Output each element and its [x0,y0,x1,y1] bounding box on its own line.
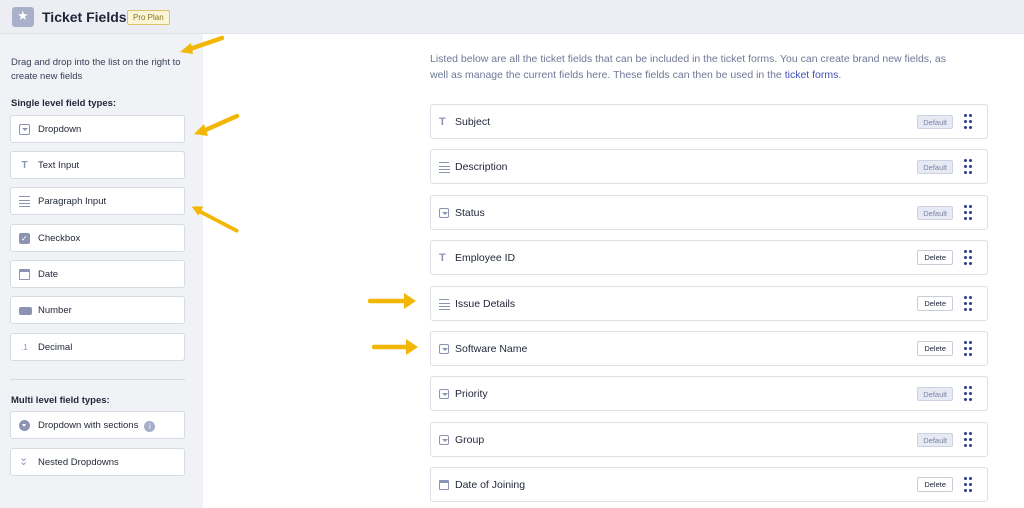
ticket-field-row[interactable]: Issue Details Delete [430,285,988,321]
drag-handle-icon[interactable] [964,295,972,312]
field-type-paragraph-input[interactable]: Paragraph Input [10,187,185,215]
field-type-label: Number [38,305,72,316]
field-type-label: Text Input [38,160,80,171]
ticket-field-row[interactable]: Description Default [430,149,988,185]
dropdown-icon [439,389,449,400]
field-type-text-input[interactable]: T Text Input [10,151,185,179]
field-type-date[interactable]: Date [10,260,185,288]
delete-button[interactable]: Delete [917,477,953,493]
field-type-label: Decimal [38,342,73,353]
field-name: Description [455,161,508,174]
annotation-arrow-icon [180,35,225,54]
drag-handle-icon[interactable] [964,114,972,130]
field-type-checkbox[interactable]: Checkbox [10,224,185,252]
field-name: Subject [455,116,491,128]
drag-help-text: Drag and drop into the list on the right… [11,57,181,82]
intro-text: Listed below are all the ticket fields t… [430,53,946,81]
delete-button[interactable]: Delete [917,250,953,266]
field-name: Issue Details [455,297,516,310]
default-badge: Default [917,160,953,175]
ticket-field-row[interactable]: Group Default [430,421,988,457]
field-type-label: Paragraph Input [38,196,107,207]
page-header: Ticket Fields Pro Plan [0,0,1024,34]
decimal-icon: .1 [21,343,28,352]
dropdown-icon [439,344,449,354]
info-icon[interactable]: i [144,421,156,432]
field-type-label: Checkbox [38,233,81,244]
ticket-fields-icon [12,7,34,27]
default-badge: Default [917,115,953,129]
page-title: Ticket Fields [42,9,127,25]
field-type-dropdown-with-sections[interactable]: Dropdown with sections i [10,411,185,439]
text-icon: T [21,160,28,171]
paragraph-icon [439,162,450,172]
default-badge: Default [917,205,953,220]
drag-handle-icon[interactable] [964,431,972,448]
field-name: Status [455,206,485,219]
field-name: Date of Joining [455,479,526,492]
dropdown-icon [439,207,449,218]
calendar-icon [19,269,30,280]
field-type-decimal[interactable]: .1 Decimal [10,333,185,361]
drag-handle-icon[interactable] [964,341,972,357]
text-icon: T [439,116,446,128]
field-name: Priority [455,388,488,401]
plan-badge: Pro Plan [127,10,170,25]
text-icon: T [439,252,446,265]
drag-handle-icon[interactable] [964,250,972,266]
field-type-dropdown[interactable]: Dropdown [10,115,185,143]
field-name: Group [455,433,485,446]
nested-icon [19,453,30,468]
field-name: Employee ID [455,252,516,265]
annotation-arrow-icon [194,113,240,136]
paragraph-icon [19,196,30,207]
field-type-label: Dropdown with sections [38,420,139,431]
drag-handle-icon[interactable] [964,477,972,493]
single-level-title: Single level field types: [11,98,117,109]
dropdown-circle-icon [19,420,30,431]
field-type-nested-dropdowns[interactable]: Nested Dropdowns [10,448,185,476]
ticket-field-row[interactable]: Software Name Delete [430,331,988,366]
dropdown-icon [439,434,449,445]
field-type-number[interactable]: Number [10,296,185,324]
field-type-label: Nested Dropdowns [38,457,119,468]
number-icon [19,307,32,315]
annotation-arrow-icon [191,206,239,233]
ticket-forms-link[interactable]: ticket forms [785,69,839,81]
ticket-field-row[interactable]: Priority Default [430,376,988,412]
field-type-label: Dropdown [38,124,82,135]
drag-handle-icon[interactable] [964,159,972,175]
annotation-arrow-icon [368,293,416,309]
delete-button[interactable]: Delete [917,295,953,311]
sidebar-divider [10,379,185,380]
ticket-field-row[interactable]: Date of Joining Delete [430,467,988,503]
ticket-field-row[interactable]: T Subject Default [430,104,988,139]
field-name: Software Name [455,343,528,355]
ticket-field-row[interactable]: T Employee ID Delete [430,240,988,276]
paragraph-icon [439,298,450,309]
dropdown-icon [19,124,30,135]
drag-handle-icon[interactable] [964,204,972,221]
multi-level-title: Multi level field types: [11,395,110,406]
drag-handle-icon[interactable] [964,386,972,402]
calendar-icon [439,480,449,491]
field-type-label: Date [38,269,59,280]
ticket-field-row[interactable]: Status Default [430,194,988,230]
annotation-arrow-icon [372,339,418,355]
checkbox-icon [19,233,30,244]
default-badge: Default [917,432,953,447]
default-badge: Default [917,387,953,402]
field-types-sidebar: Drag and drop into the list on the right… [0,34,203,508]
delete-button[interactable]: Delete [917,341,953,356]
